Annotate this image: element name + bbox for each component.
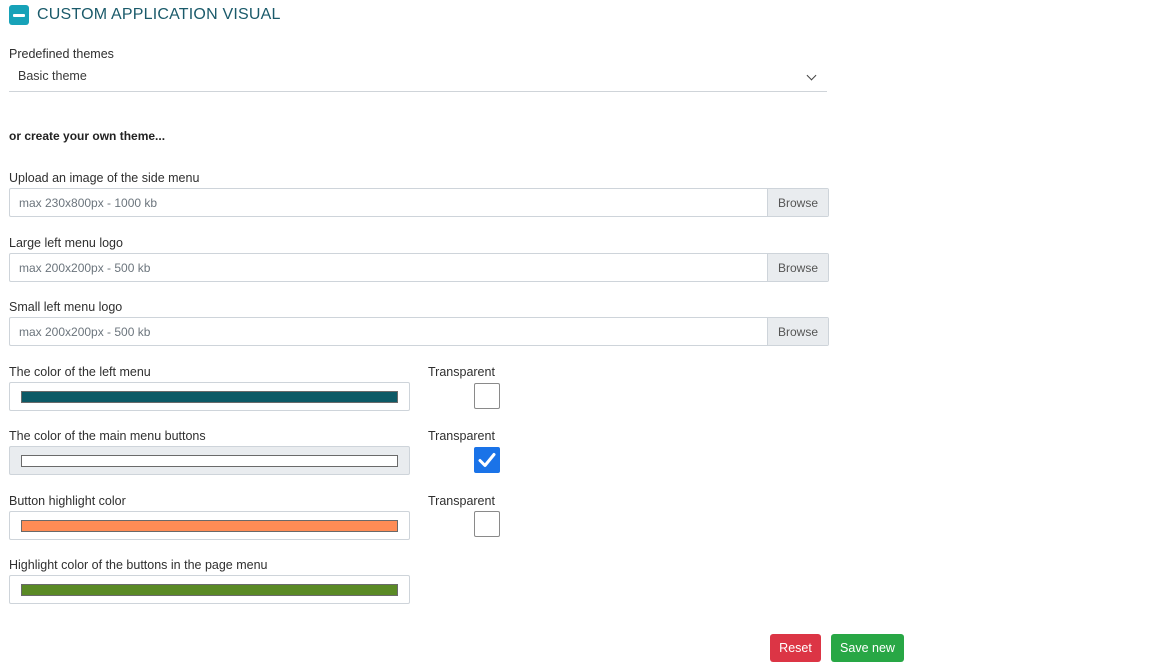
section-title: CUSTOM APPLICATION VISUAL xyxy=(37,6,281,23)
section-header: CUSTOM APPLICATION VISUAL xyxy=(9,5,281,25)
save-new-button[interactable]: Save new xyxy=(831,634,904,662)
left-menu-transparent-label: Transparent xyxy=(428,365,495,379)
highlight-color-input[interactable] xyxy=(9,511,410,540)
browse-large-logo-button[interactable]: Browse xyxy=(767,254,828,281)
left-menu-color-input[interactable] xyxy=(9,382,410,411)
browse-side-menu-button[interactable]: Browse xyxy=(767,189,828,216)
chevron-down-icon xyxy=(806,70,817,81)
upload-large-logo-input[interactable] xyxy=(10,254,767,281)
main-buttons-color-input[interactable] xyxy=(9,446,410,475)
upload-small-logo-label: Small left menu logo xyxy=(9,300,123,314)
upload-side-menu-label: Upload an image of the side menu xyxy=(9,171,200,185)
page-menu-highlight-color-swatch xyxy=(21,584,398,596)
collapse-icon[interactable] xyxy=(9,5,29,25)
upload-side-menu-group: Browse xyxy=(9,188,829,217)
upload-large-logo-group: Browse xyxy=(9,253,829,282)
upload-small-logo-input[interactable] xyxy=(10,318,767,345)
main-buttons-transparent-label: Transparent xyxy=(428,429,495,443)
page-menu-highlight-color-label: Highlight color of the buttons in the pa… xyxy=(9,558,268,572)
left-menu-color-label: The color of the left menu xyxy=(9,365,151,379)
checkmark-icon xyxy=(478,453,496,467)
left-menu-transparent-checkbox[interactable] xyxy=(474,383,500,409)
custom-visual-page: CUSTOM APPLICATION VISUAL Predefined the… xyxy=(0,0,1164,668)
main-buttons-color-label: The color of the main menu buttons xyxy=(9,429,206,443)
themes-select[interactable]: Basic theme xyxy=(9,66,827,92)
upload-large-logo-label: Large left menu logo xyxy=(9,236,123,250)
main-buttons-color-swatch xyxy=(21,455,398,467)
upload-small-logo-group: Browse xyxy=(9,317,829,346)
highlight-transparent-label: Transparent xyxy=(428,494,495,508)
highlight-color-swatch xyxy=(21,520,398,532)
highlight-color-label: Button highlight color xyxy=(9,494,126,508)
upload-side-menu-input[interactable] xyxy=(10,189,767,216)
own-theme-heading: or create your own theme... xyxy=(9,129,166,143)
page-menu-highlight-color-input[interactable] xyxy=(9,575,410,604)
left-menu-color-swatch xyxy=(21,391,398,403)
themes-selected-value: Basic theme xyxy=(18,69,87,83)
main-buttons-transparent-checkbox[interactable] xyxy=(474,447,500,473)
highlight-transparent-checkbox[interactable] xyxy=(474,511,500,537)
browse-small-logo-button[interactable]: Browse xyxy=(767,318,828,345)
themes-label: Predefined themes xyxy=(9,47,114,61)
reset-button[interactable]: Reset xyxy=(770,634,821,662)
